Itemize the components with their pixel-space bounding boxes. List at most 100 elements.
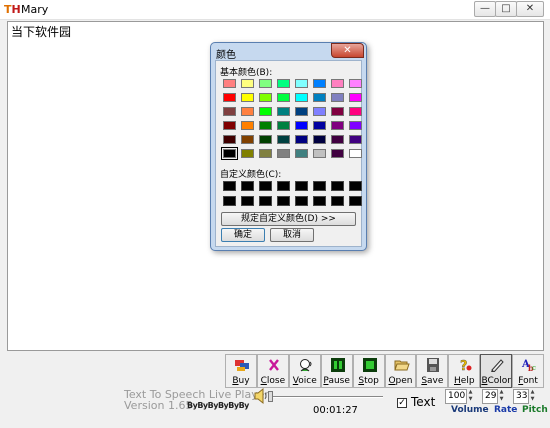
color-swatch[interactable] xyxy=(295,135,308,144)
color-swatch[interactable] xyxy=(277,79,290,88)
custom-color-slot[interactable] xyxy=(241,181,254,191)
color-swatch[interactable] xyxy=(331,149,344,158)
color-swatch[interactable] xyxy=(295,107,308,116)
custom-color-slot[interactable] xyxy=(349,196,362,206)
color-swatch[interactable] xyxy=(277,93,290,102)
buy-button[interactable]: Buy xyxy=(225,354,257,388)
color-swatch[interactable] xyxy=(295,121,308,130)
color-swatch[interactable] xyxy=(223,79,236,88)
color-swatch[interactable] xyxy=(223,121,236,130)
open-button[interactable]: Open xyxy=(384,354,417,388)
save-button[interactable]: Save xyxy=(416,354,449,388)
cancel-button[interactable]: 取消 xyxy=(270,228,314,242)
bcolor-button[interactable]: BColor xyxy=(480,354,513,388)
close-window-button[interactable]: ✕ xyxy=(516,1,544,17)
color-swatch[interactable] xyxy=(259,135,272,144)
stop-label: Stop xyxy=(358,376,379,386)
color-swatch[interactable] xyxy=(331,121,344,130)
color-swatch[interactable] xyxy=(295,79,308,88)
progress-track[interactable] xyxy=(268,396,383,398)
color-swatch[interactable] xyxy=(349,149,362,158)
custom-color-slot[interactable] xyxy=(259,181,272,191)
custom-color-slot[interactable] xyxy=(349,181,362,191)
color-swatch[interactable] xyxy=(331,79,344,88)
color-swatch[interactable] xyxy=(349,79,362,88)
color-swatch[interactable] xyxy=(349,135,362,144)
color-swatch[interactable] xyxy=(241,121,254,130)
color-swatch[interactable] xyxy=(241,93,254,102)
color-swatch[interactable] xyxy=(241,79,254,88)
pitch-input[interactable]: 33 xyxy=(513,389,529,404)
font-button[interactable]: Abc Font xyxy=(512,354,545,388)
color-swatch[interactable] xyxy=(259,149,272,158)
custom-color-slot[interactable] xyxy=(331,196,344,206)
color-swatch[interactable] xyxy=(259,93,272,102)
custom-color-slot[interactable] xyxy=(313,181,326,191)
custom-color-slot[interactable] xyxy=(313,196,326,206)
color-swatch[interactable] xyxy=(313,79,326,88)
custom-color-slot[interactable] xyxy=(295,181,308,191)
color-swatch[interactable] xyxy=(331,107,344,116)
custom-color-slot[interactable] xyxy=(277,181,290,191)
color-swatch[interactable] xyxy=(223,135,236,144)
color-swatch[interactable] xyxy=(241,135,254,144)
stop-button[interactable]: Stop xyxy=(352,354,385,388)
maximize-button[interactable]: □ xyxy=(495,1,517,17)
color-swatch[interactable] xyxy=(349,93,362,102)
custom-color-slot[interactable] xyxy=(331,181,344,191)
color-swatch[interactable] xyxy=(277,135,290,144)
color-swatch[interactable] xyxy=(313,93,326,102)
custom-color-slot[interactable] xyxy=(295,196,308,206)
custom-color-slot[interactable] xyxy=(223,181,236,191)
close-button[interactable]: Close xyxy=(256,354,289,388)
volume-input[interactable]: 100 xyxy=(445,389,467,404)
color-swatch[interactable] xyxy=(313,135,326,144)
voice-button[interactable]: Voice xyxy=(288,354,321,388)
dialog-close-button[interactable]: ✕ xyxy=(331,43,364,58)
svg-text:?: ? xyxy=(460,359,468,372)
pitch-spinner[interactable]: ▲ ▼ xyxy=(529,389,536,404)
rate-spinner[interactable]: ▲ ▼ xyxy=(498,389,505,404)
color-swatch[interactable] xyxy=(223,107,236,116)
progress-thumb[interactable] xyxy=(268,391,273,402)
custom-colors-grid xyxy=(223,181,362,206)
volume-spinner[interactable]: ▲ ▼ xyxy=(467,389,474,404)
text-checkbox[interactable]: ✓ xyxy=(397,398,407,408)
color-swatch[interactable] xyxy=(313,149,326,158)
define-custom-colors-button[interactable]: 规定自定义颜色(D) >> xyxy=(221,212,356,226)
color-swatch[interactable] xyxy=(223,93,236,102)
ok-button[interactable]: 确定 xyxy=(221,228,265,242)
minimize-button[interactable]: — xyxy=(474,1,496,17)
color-swatch[interactable] xyxy=(295,93,308,102)
toolbar: Buy Close Voice Pause Stop Open Save ? H… xyxy=(225,354,545,388)
color-swatch[interactable] xyxy=(349,107,362,116)
custom-color-slot[interactable] xyxy=(223,196,236,206)
color-swatch[interactable] xyxy=(331,93,344,102)
color-swatch[interactable] xyxy=(331,135,344,144)
close-label: Close xyxy=(260,376,286,386)
rate-input[interactable]: 29 xyxy=(482,389,498,404)
custom-color-slot[interactable] xyxy=(259,196,272,206)
color-swatch[interactable] xyxy=(313,121,326,130)
speaker-icon[interactable] xyxy=(254,387,268,405)
color-swatch[interactable] xyxy=(221,147,238,160)
help-button[interactable]: ? Help xyxy=(448,354,481,388)
title-bar: TH Mary — □ ✕ xyxy=(0,0,550,20)
color-swatch[interactable] xyxy=(295,149,308,158)
color-swatch[interactable] xyxy=(241,149,254,158)
color-swatch[interactable] xyxy=(241,107,254,116)
color-swatch[interactable] xyxy=(259,79,272,88)
volume-label: Volume xyxy=(451,405,489,415)
pause-button[interactable]: Pause xyxy=(320,354,353,388)
help-label: Help xyxy=(454,376,475,386)
custom-color-slot[interactable] xyxy=(241,196,254,206)
color-swatch[interactable] xyxy=(259,107,272,116)
color-swatch[interactable] xyxy=(313,107,326,116)
color-swatch[interactable] xyxy=(277,121,290,130)
custom-color-slot[interactable] xyxy=(277,196,290,206)
color-swatch[interactable] xyxy=(259,121,272,130)
color-swatch[interactable] xyxy=(277,107,290,116)
color-swatch[interactable] xyxy=(349,121,362,130)
elapsed-time: 00:01:27 xyxy=(313,405,358,416)
color-swatch[interactable] xyxy=(277,149,290,158)
